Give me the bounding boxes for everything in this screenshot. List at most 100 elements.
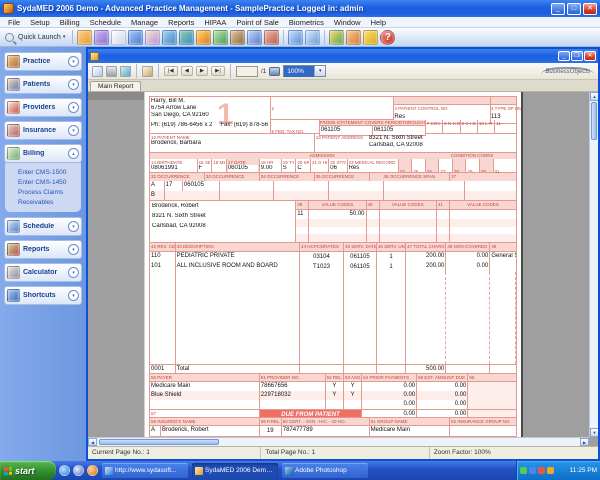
menu-reports[interactable]: Reports xyxy=(163,17,199,28)
menu-file[interactable]: File xyxy=(3,17,25,28)
security-lock-icon[interactable] xyxy=(363,30,378,45)
browser-icon xyxy=(105,467,113,475)
quicklaunch-browser-icon[interactable] xyxy=(59,465,70,476)
payments-icon[interactable] xyxy=(196,30,211,45)
help-icon[interactable]: ? xyxy=(380,30,395,45)
chevron-down-icon[interactable]: ▾ xyxy=(68,125,79,136)
toolbar-separator xyxy=(283,30,284,44)
practice-icon[interactable] xyxy=(77,30,92,45)
horizontal-scroll-thumb[interactable] xyxy=(99,439,219,445)
taskbar-item-photoshop[interactable]: Adobe Photoshop xyxy=(282,463,368,478)
print-icon[interactable] xyxy=(106,66,117,77)
sidebar-item-providers[interactable]: Providers ▾ xyxy=(4,98,82,117)
zoom-select[interactable]: 100% ▾ xyxy=(283,65,326,77)
find-icon[interactable] xyxy=(269,67,280,76)
chevron-down-icon[interactable]: ▾ xyxy=(314,66,325,76)
sidebar-link-receivables[interactable]: Receivables xyxy=(18,198,81,208)
child-minimize-button[interactable]: _ xyxy=(558,51,570,61)
tasks-icon[interactable] xyxy=(305,30,320,45)
main-toolbar: Quick Launch ▾ ? xyxy=(0,28,600,47)
workstation-icon[interactable] xyxy=(162,30,177,45)
menu-billing[interactable]: Billing xyxy=(55,17,85,28)
scroll-right-icon[interactable]: ▶ xyxy=(580,438,589,446)
search-icon[interactable] xyxy=(5,33,14,42)
menu-setup[interactable]: Setup xyxy=(25,17,55,28)
group-tree-icon[interactable] xyxy=(142,66,153,77)
vertical-scroll-thumb[interactable] xyxy=(591,102,597,140)
menu-point-of-sale[interactable]: Point of Sale xyxy=(231,17,284,28)
sidebar-item-insurance[interactable]: Insurance ▾ xyxy=(4,121,82,140)
quicklaunch-app-icon[interactable] xyxy=(87,465,98,476)
reminders-icon[interactable] xyxy=(288,30,303,45)
chevron-down-icon[interactable]: ▾ xyxy=(68,221,79,232)
kiosk-icon[interactable] xyxy=(346,30,361,45)
occurrence-row-letter: B xyxy=(150,191,165,200)
chevron-up-icon[interactable]: ▴ xyxy=(68,148,79,159)
menu-help[interactable]: Help xyxy=(366,17,391,28)
user-icon[interactable] xyxy=(264,30,279,45)
menu-manage[interactable]: Manage xyxy=(126,17,163,28)
sidebar-link-process-claims[interactable]: Process Claims xyxy=(18,188,81,198)
sidebar-item-schedule[interactable]: Schedule ▾ xyxy=(4,217,82,236)
next-page-button[interactable]: ▶ xyxy=(196,66,208,76)
tab-main-report[interactable]: Main Report xyxy=(90,81,141,91)
maximize-button[interactable]: □ xyxy=(567,3,581,15)
export-icon[interactable] xyxy=(92,66,103,77)
scroll-left-icon[interactable]: ◀ xyxy=(88,438,97,446)
vertical-scrollbar[interactable]: ▲ ▼ xyxy=(589,92,598,437)
statement-period-box: FROM 6 STATEMENT COVERS PERIOD THROUGH 0… xyxy=(319,120,426,134)
menu-schedule[interactable]: Schedule xyxy=(85,17,126,28)
chevron-down-icon[interactable]: ▾ xyxy=(68,79,79,90)
sidebar-item-billing[interactable]: Billing ▴ xyxy=(4,144,82,163)
tray-network-icon[interactable] xyxy=(529,467,536,474)
refresh-icon[interactable] xyxy=(120,66,131,77)
sidebar-item-calculator[interactable]: Calculator ▾ xyxy=(4,263,82,282)
chevron-down-icon[interactable]: ▾ xyxy=(63,34,66,40)
toolbar-separator xyxy=(230,64,231,78)
charts-icon[interactable] xyxy=(329,30,344,45)
sidebar-item-patients[interactable]: Patients ▾ xyxy=(4,75,82,94)
tray-alert-icon[interactable] xyxy=(538,467,545,474)
menu-biometrics[interactable]: Biometrics xyxy=(284,17,329,28)
quicklaunch-desktop-icon[interactable] xyxy=(73,465,84,476)
service-line: 101 ALL INCLUSIVE ROOM AND BOARD T1023 0… xyxy=(149,262,517,272)
report-window-titlebar: _ ❐ ✕ xyxy=(88,49,598,63)
taskbar-item-browser[interactable]: http://www.sydasoft... xyxy=(102,463,188,478)
schedule-icon[interactable] xyxy=(213,30,228,45)
sidebar-item-practice[interactable]: Practice ▾ xyxy=(4,52,82,71)
referral-icon[interactable] xyxy=(145,30,160,45)
chevron-down-icon[interactable]: ▾ xyxy=(68,290,79,301)
chevron-down-icon[interactable]: ▾ xyxy=(68,102,79,113)
scroll-down-icon[interactable]: ▼ xyxy=(590,428,598,437)
menu-window[interactable]: Window xyxy=(329,17,366,28)
chevron-down-icon[interactable]: ▾ xyxy=(68,56,79,67)
scroll-up-icon[interactable]: ▲ xyxy=(590,92,598,101)
start-button[interactable]: start xyxy=(0,461,56,480)
prev-page-button[interactable]: ◀ xyxy=(181,66,193,76)
page-number-input[interactable] xyxy=(236,66,258,77)
first-page-button[interactable]: |◀ xyxy=(164,66,178,76)
horizontal-scrollbar[interactable]: ◀ ▶ xyxy=(88,437,589,446)
sidebar-link-enter-cms-1450[interactable]: Enter CMS-1450 xyxy=(18,178,81,188)
sidebar-item-reports[interactable]: Reports ▾ xyxy=(4,240,82,259)
tray-update-icon[interactable] xyxy=(547,467,554,474)
sidebar-item-shortcuts[interactable]: Shortcuts ▾ xyxy=(4,286,82,305)
last-page-button[interactable]: ▶| xyxy=(211,66,225,76)
facility-icon[interactable] xyxy=(230,30,245,45)
patient-folder-icon[interactable] xyxy=(94,30,109,45)
tray-shield-icon[interactable] xyxy=(520,467,527,474)
notes-icon[interactable] xyxy=(111,30,126,45)
quick-launch-label[interactable]: Quick Launch xyxy=(18,34,61,41)
insurance-icon[interactable] xyxy=(179,30,194,45)
close-button[interactable]: ✕ xyxy=(583,3,597,15)
provider-icon[interactable] xyxy=(128,30,143,45)
minimize-button[interactable]: _ xyxy=(551,3,565,15)
child-restore-button[interactable]: ❐ xyxy=(571,51,583,61)
taskbar-item-sydamed[interactable]: SydaMED 2006 Demo... xyxy=(192,463,278,478)
child-close-button[interactable]: ✕ xyxy=(584,51,596,61)
claims-icon[interactable] xyxy=(247,30,262,45)
chevron-down-icon[interactable]: ▾ xyxy=(68,267,79,278)
sidebar-link-enter-cms-1500[interactable]: Enter CMS-1500 xyxy=(18,168,81,178)
chevron-down-icon[interactable]: ▾ xyxy=(68,244,79,255)
menu-hipaa[interactable]: HIPAA xyxy=(199,17,231,28)
